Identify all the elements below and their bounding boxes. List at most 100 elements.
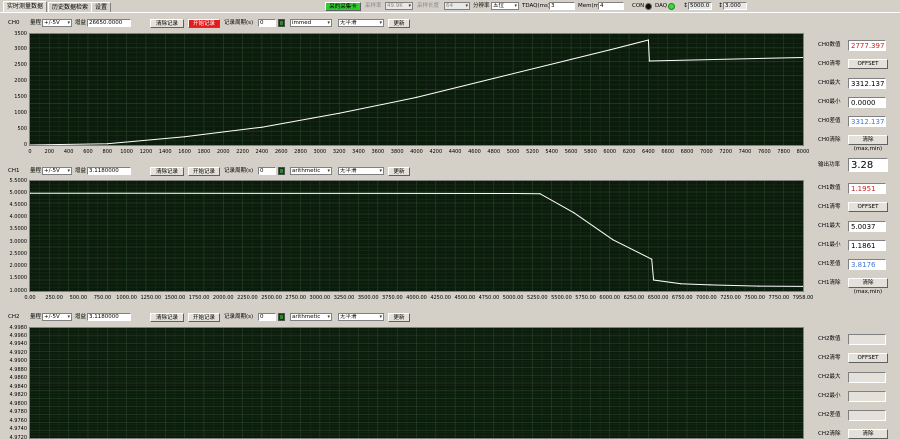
ch2-side-label-4: CH2差值	[818, 412, 841, 418]
resolution-select[interactable]: 五位	[491, 2, 519, 10]
ch1-ytick-label: 3.0000	[9, 238, 28, 245]
ch0-side-value-2: 3312.1376	[848, 78, 886, 89]
ch2-ytick-label: 4.9980	[9, 324, 28, 331]
ch1-range-select[interactable]: +/-5V	[42, 167, 72, 175]
ch1-side-label-5: CH1清除	[818, 280, 841, 286]
ch0-plot-area[interactable]	[29, 33, 804, 146]
ch1-side-button-5[interactable]: 清除(max,min)	[848, 278, 888, 295]
ch1-gain-input[interactable]: 3.1180000	[87, 167, 131, 175]
ch1-data-point	[653, 279, 655, 281]
ch1-data-point	[515, 192, 517, 195]
ch0-gain-input[interactable]: 26650.0000	[87, 19, 131, 27]
ch2-clear-record-button[interactable]: 清除记录	[150, 313, 184, 322]
tab-settings[interactable]: 设置	[91, 2, 112, 12]
ch2-side-label-0: CH2数值	[818, 336, 841, 342]
mem-input[interactable]: 4	[598, 2, 624, 10]
ch1-side-value-0: 1.1951	[848, 183, 886, 194]
ch1-ytick-label: 1.0000	[9, 287, 28, 294]
ch1-plot-svg	[30, 181, 803, 291]
ch0-data-point	[106, 143, 108, 145]
ch0-data-point	[184, 136, 186, 138]
ch1-smooth-select[interactable]: 无平滑	[338, 167, 384, 175]
ch0-gain-label: 增益	[75, 20, 87, 26]
ch1-side-button-1[interactable]: OFFSET	[848, 202, 888, 212]
ch0-data-point	[338, 112, 340, 114]
ch0-period-input[interactable]: 0	[258, 19, 276, 27]
ch1-data-point	[680, 283, 682, 285]
ch2-side-button-1[interactable]: OFFSET	[848, 353, 888, 363]
ch0-update-button[interactable]: 更新	[388, 19, 410, 28]
sample-rate-select[interactable]: 49.9K	[385, 2, 413, 10]
ch0-mode-select[interactable]: immed	[290, 19, 332, 27]
ch1-xtick-label: 7958.00	[792, 295, 814, 301]
ch1-clear-record-button[interactable]: 清除记录	[150, 167, 184, 176]
ch1-side-value-2: 5.0037	[848, 221, 886, 232]
ch2-range-select[interactable]: +/-5V	[42, 313, 72, 321]
ch2-ytick-label: 4.9760	[9, 417, 28, 424]
ch1-ytick-label: 2.5000	[9, 250, 28, 257]
ch2-update-button[interactable]: 更新	[388, 313, 410, 322]
ch0-side-button-1[interactable]: OFFSET	[848, 59, 888, 69]
ch0-data-point	[415, 96, 418, 98]
ch2-mode-select[interactable]: arithmetic	[290, 313, 332, 321]
ch1-plot-area[interactable]	[29, 180, 804, 292]
ch2-ytick-label: 4.9900	[9, 358, 28, 365]
acq-card-button[interactable]: 采的采集卡	[325, 2, 361, 11]
tab-divider	[0, 12, 900, 13]
ch2-start-record-button[interactable]: 开始记录	[188, 313, 220, 322]
ch0-smooth-select[interactable]: 无平滑	[338, 19, 384, 27]
ch2-plot-svg	[30, 328, 803, 438]
ch0-ytick-label: 2500	[14, 62, 27, 69]
ch1-data-point	[539, 193, 541, 195]
ch2-smooth-select[interactable]: 无平滑	[338, 313, 384, 321]
con-led-icon	[645, 3, 652, 10]
ch0-ytick-label: 3000	[14, 46, 27, 53]
ch0-data-point	[261, 126, 263, 128]
tdaq-label: TDAQ(ms)	[522, 3, 551, 9]
sample-length-select[interactable]: 64	[444, 2, 470, 10]
ch1-data-point	[651, 258, 653, 260]
ch1-mode-select[interactable]: arithmetic	[290, 167, 332, 175]
ch2-side-value-3	[848, 391, 886, 402]
ch2-side-label-5: CH2清除	[818, 431, 841, 437]
ch1-data-point	[757, 285, 760, 287]
ch1-gain-label: 增益	[75, 168, 87, 174]
ch0-clear-record-button[interactable]: 清除记录	[150, 19, 184, 28]
ch0-start-record-button[interactable]: 开始记录	[188, 19, 220, 28]
ch2-range-label: 量程	[30, 314, 42, 320]
sample-length-label: 采样长度	[417, 3, 440, 9]
daq-led-icon	[668, 3, 675, 10]
ch2-period-input[interactable]: 0	[258, 313, 276, 321]
ch1-start-record-button[interactable]: 开始记录	[188, 167, 220, 176]
app-window: 实时测量数据 历史数据检索 设置 采的采集卡 采样率 49.9K 采样长度 64…	[0, 0, 900, 439]
ch1-ytick-label: 5.5000	[9, 177, 28, 184]
ch1-update-button[interactable]: 更新	[388, 167, 410, 176]
ch1-ytick-label: 2.0000	[9, 263, 28, 270]
ch0-data-point	[647, 39, 650, 41]
ch1-data-point	[709, 284, 711, 286]
resolution-label: 分辨率	[473, 3, 490, 9]
ch2-side-label-3: CH2最小	[818, 393, 841, 399]
ch0-range-label: 量程	[30, 20, 42, 26]
ch0-side-button-5[interactable]: 清除(max,min)	[848, 135, 888, 152]
ch2-side-label-1: CH2清零	[818, 355, 841, 361]
ch1-ytick-label: 5.0000	[9, 189, 28, 196]
ch2-ytick-label: 4.9740	[9, 426, 28, 433]
tab-history[interactable]: 历史数据检索	[48, 2, 93, 12]
tdaq-input[interactable]: 3	[549, 2, 575, 10]
ch1-ytick-label: 3.5000	[9, 226, 28, 233]
ch0-range-select[interactable]: +/-5V	[42, 19, 72, 27]
ch0-plot-svg	[30, 34, 803, 145]
ch2-ytick-label: 4.9940	[9, 341, 28, 348]
ch1-period-input[interactable]: 0	[258, 167, 276, 175]
ch2-plot-area[interactable]	[29, 327, 804, 439]
ch2-gain-input[interactable]: 3.1180000	[87, 313, 131, 321]
ch1-side-label-2: CH1最大	[818, 223, 841, 229]
ch1-side-value-4: 3.8176	[848, 259, 886, 270]
ch0-ytick-label: 2000	[14, 78, 27, 85]
ch2-side-button-5[interactable]: 清除(max,min)	[848, 429, 888, 439]
ch2-ytick-label: 4.9820	[9, 392, 28, 399]
tab-realtime[interactable]: 实时测量数据	[3, 1, 48, 12]
ch2-side-label-2: CH2最大	[818, 374, 841, 380]
ch1-ytick-label: 4.5000	[9, 201, 28, 208]
